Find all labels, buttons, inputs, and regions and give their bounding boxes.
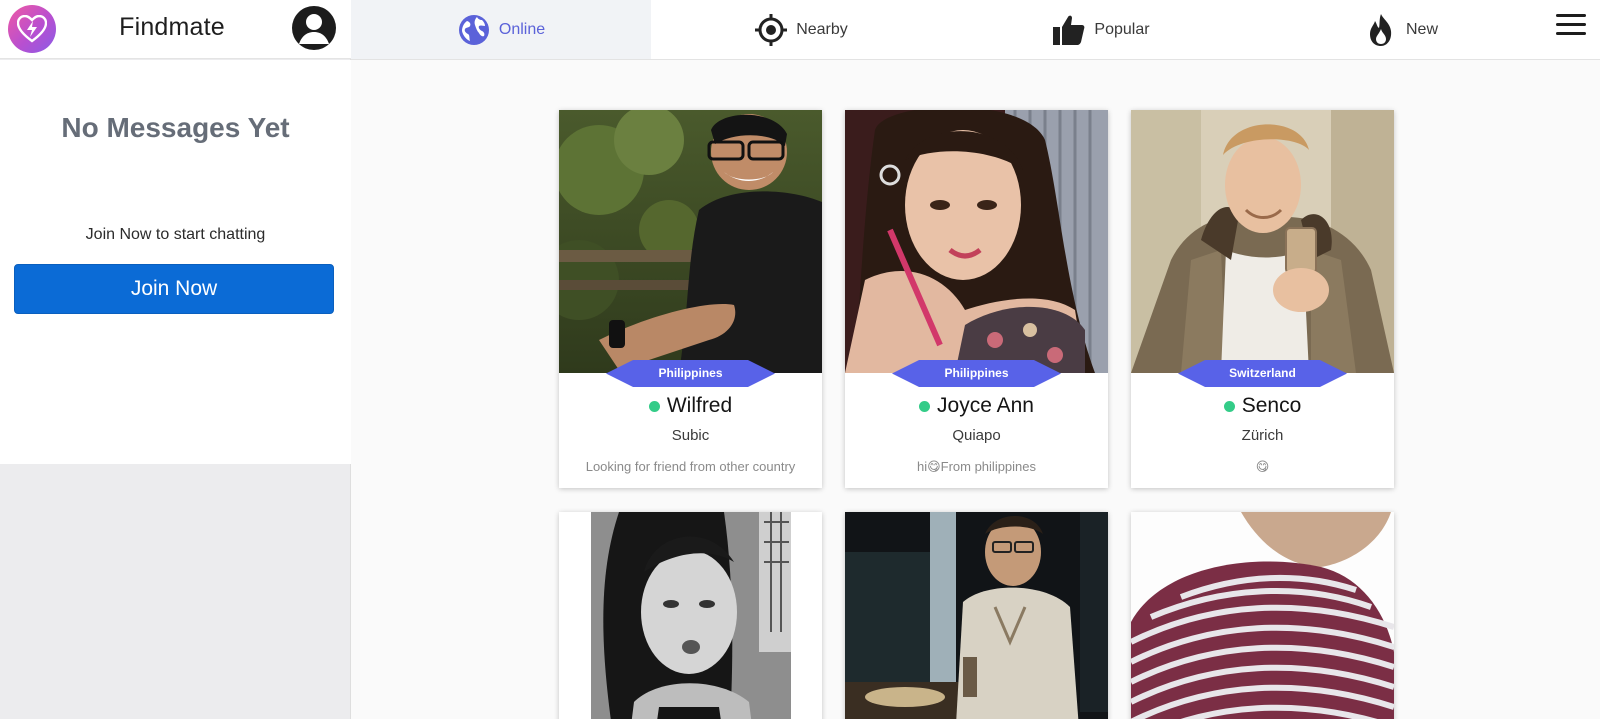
user-icon: [299, 14, 329, 44]
empty-messages-title: No Messages Yet: [61, 112, 290, 143]
tab-popular-label: Popular: [1094, 20, 1150, 38]
crosshair-icon: [754, 13, 788, 47]
tab-online[interactable]: Online: [351, 0, 651, 59]
country-badge: Philippines: [892, 360, 1061, 387]
profile-photo: [845, 512, 1108, 719]
profile-name-row: Joyce Ann: [845, 394, 1108, 418]
tab-popular[interactable]: Popular: [951, 0, 1251, 59]
heart-bolt-icon: [17, 15, 47, 43]
profile-name-row: Wilfred: [559, 394, 822, 418]
hamburger-menu-icon[interactable]: [1556, 14, 1586, 40]
profile-card[interactable]: [1131, 512, 1394, 719]
tab-nearby-label: Nearby: [796, 20, 848, 38]
profile-card[interactable]: Philippines Wilfred Subic Looking for fr…: [559, 110, 822, 488]
chat-panel: No Messages Yet Join Now to start chatti…: [0, 60, 351, 464]
online-status-dot: [1223, 400, 1235, 412]
user-avatar-button[interactable]: [292, 6, 336, 50]
profile-photo: [559, 512, 822, 719]
app-name: Findmate: [119, 13, 225, 41]
profile-grid: Philippines Wilfred Subic Looking for fr…: [559, 110, 1395, 719]
profile-card[interactable]: [845, 512, 1108, 719]
sidebar: Findmate No Messages Yet Join Now to sta…: [0, 0, 351, 719]
tab-nearby[interactable]: Nearby: [651, 0, 951, 59]
country-badge: Switzerland: [1178, 360, 1347, 387]
findmate-logo[interactable]: [8, 5, 56, 53]
join-hint-text: Join Now to start chatting: [85, 226, 266, 243]
profile-city: Zürich: [1241, 427, 1284, 444]
online-status-dot: [919, 400, 931, 412]
thumbs-up-icon: [1052, 13, 1086, 47]
profile-city: Subic: [671, 427, 710, 444]
join-now-button[interactable]: Join Now: [14, 264, 334, 314]
profile-city: Quiapo: [952, 427, 1001, 444]
top-navigation: Online Nearby Popular New: [351, 0, 1600, 60]
online-status-dot: [648, 400, 660, 412]
tab-online-label: Online: [498, 20, 546, 38]
globe-icon: [457, 13, 491, 47]
profile-card[interactable]: Switzerland Senco Zürich 😋: [1131, 110, 1394, 488]
profile-photo: [1131, 110, 1394, 373]
profile-photo: [1131, 512, 1394, 719]
profile-bio: Looking for friend from other country: [585, 459, 796, 474]
profile-photo: [845, 110, 1108, 373]
profile-card[interactable]: Philippines Joyce Ann Quiapo hi😋From phi…: [845, 110, 1108, 488]
flame-icon: [1364, 13, 1398, 47]
country-badge: Philippines: [606, 360, 775, 387]
profile-photo: [559, 110, 822, 373]
brand-bar: Findmate: [0, 0, 351, 59]
profile-name-row: Senco: [1131, 394, 1394, 418]
tab-new-label: New: [1405, 20, 1438, 38]
profile-bio: hi😋From philippines: [916, 459, 1037, 474]
profile-name: Wilfred: [666, 394, 733, 417]
profile-name: Senco: [1241, 394, 1302, 417]
tab-new[interactable]: New: [1251, 0, 1551, 59]
profile-name: Joyce Ann: [937, 394, 1034, 417]
profile-card[interactable]: [559, 512, 822, 719]
profile-bio: 😋: [1255, 459, 1270, 474]
